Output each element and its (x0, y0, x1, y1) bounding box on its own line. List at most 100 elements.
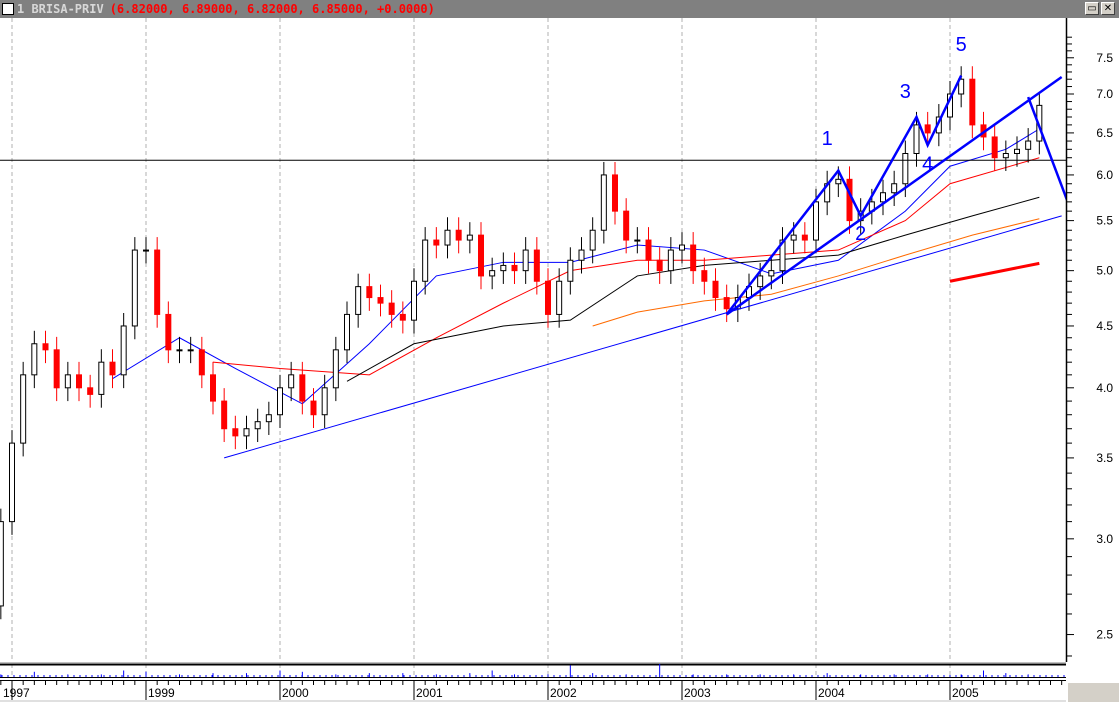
candle-body (265, 414, 272, 423)
y-axis: 2.5 3.0 3.5 4.0 4.5 5.0 5.5 6.0 6.5 7.0 7.5 (1065, 18, 1119, 662)
candle-body (366, 286, 373, 299)
x-tick-label: 2003 (684, 686, 711, 700)
candle-body (455, 229, 462, 241)
trendline (725, 76, 1063, 316)
candle-body (377, 297, 384, 304)
candle-body (20, 374, 27, 444)
y-tick-label: 4.0 (1096, 381, 1113, 395)
wave-label: 2 (855, 223, 866, 245)
moving-average-line (949, 261, 1040, 283)
candle-body (1025, 140, 1032, 150)
grid (0, 18, 1066, 678)
candle-body (42, 343, 49, 351)
candle-body (924, 124, 931, 134)
candle-body (533, 249, 540, 282)
x-tick-label: 2004 (818, 686, 845, 700)
y-tick-label: 4.5 (1096, 319, 1113, 333)
candle-body (187, 349, 194, 352)
candle-body (355, 286, 362, 315)
x-tick-label: 2002 (550, 686, 577, 700)
candle-body (120, 325, 127, 376)
candle-body (64, 374, 71, 389)
candle-body (31, 343, 38, 376)
candle-body (9, 442, 15, 523)
candle-body (589, 229, 596, 251)
candle-body (0, 521, 4, 607)
y-tick-label: 5.0 (1096, 264, 1113, 278)
candle-body (399, 313, 406, 321)
candle-body (913, 124, 920, 154)
scroll-corner (1068, 683, 1119, 702)
y-tick-label: 7.5 (1096, 51, 1113, 65)
candle-body (902, 152, 909, 185)
candle-body (210, 374, 216, 402)
candle-body (690, 244, 697, 272)
candle-body (221, 400, 228, 430)
candle-body (578, 249, 585, 261)
candle-body (634, 239, 641, 242)
candle-body (411, 280, 417, 321)
candle-body (131, 249, 138, 327)
wave-label: 3 (900, 81, 911, 103)
candle-body (422, 239, 429, 282)
y-tick-label: 5.5 (1096, 214, 1113, 228)
candle-body (623, 210, 630, 241)
y-tick-label: 3.0 (1096, 532, 1113, 546)
candle-body (53, 349, 60, 389)
candle-body (600, 174, 607, 231)
candle-body (813, 201, 819, 241)
candle-body (511, 264, 518, 272)
candle-body (310, 400, 317, 416)
candle-body (846, 178, 853, 222)
candle-body (232, 428, 239, 437)
candles (0, 66, 1043, 620)
candle-body (344, 313, 350, 351)
moving-average-line (212, 157, 1040, 376)
candle-body (679, 244, 685, 251)
moving-average-line (346, 196, 1040, 382)
x-tick-label: 2001 (416, 686, 443, 700)
volume-panel (0, 664, 1066, 678)
candle-body (645, 239, 652, 261)
candle-body (198, 349, 205, 376)
candle-body (500, 264, 507, 272)
price-chart[interactable]: 12345 2.53.03.54.04.55.05.56.06.57.07.5 … (0, 0, 1119, 702)
candle-body (466, 234, 473, 241)
y-tick-label: 2.5 (1096, 628, 1113, 642)
annotations: 1 2 3 4 5 (0, 34, 1086, 459)
candle-body (701, 270, 708, 282)
candle-body (277, 387, 283, 416)
y-tick-label: 6.5 (1096, 126, 1113, 140)
candle-body (723, 297, 730, 310)
candle-body (835, 178, 842, 185)
candle-body (332, 349, 339, 389)
x-axis: 1997 1999 2000 2001 2002 2003 2004 2005 (0, 680, 1066, 702)
candle-body (109, 361, 116, 376)
y-axis-panel (1066, 18, 1119, 662)
candle-body (1014, 148, 1020, 154)
candle-body (790, 234, 797, 241)
x-tick-label: 1997 (3, 686, 30, 700)
candle-body (176, 349, 183, 352)
wave-label: 5 (956, 34, 967, 56)
y-tick-label: 7.0 (1096, 87, 1113, 101)
x-tick-label: 2000 (282, 686, 309, 700)
candle-body (243, 428, 250, 437)
x-tick-label: 2005 (952, 686, 979, 700)
candle-body (801, 234, 808, 241)
candle-body (87, 387, 94, 395)
candle-body (656, 259, 663, 272)
candle-body (143, 249, 149, 252)
candle-body (388, 302, 395, 315)
candle-body (522, 249, 529, 272)
candle-body (1002, 152, 1009, 159)
candle-body (712, 280, 719, 299)
candle-body (991, 136, 998, 159)
moving-averages (112, 128, 1040, 405)
candle-body (321, 387, 328, 416)
candle-body (545, 280, 551, 315)
candle-body (768, 270, 775, 277)
candle-body (556, 280, 563, 315)
candle-body (165, 313, 172, 351)
chart-window: 1 BRISA-PRIV (6.82000, 6.89000, 6.82000,… (0, 0, 1119, 702)
